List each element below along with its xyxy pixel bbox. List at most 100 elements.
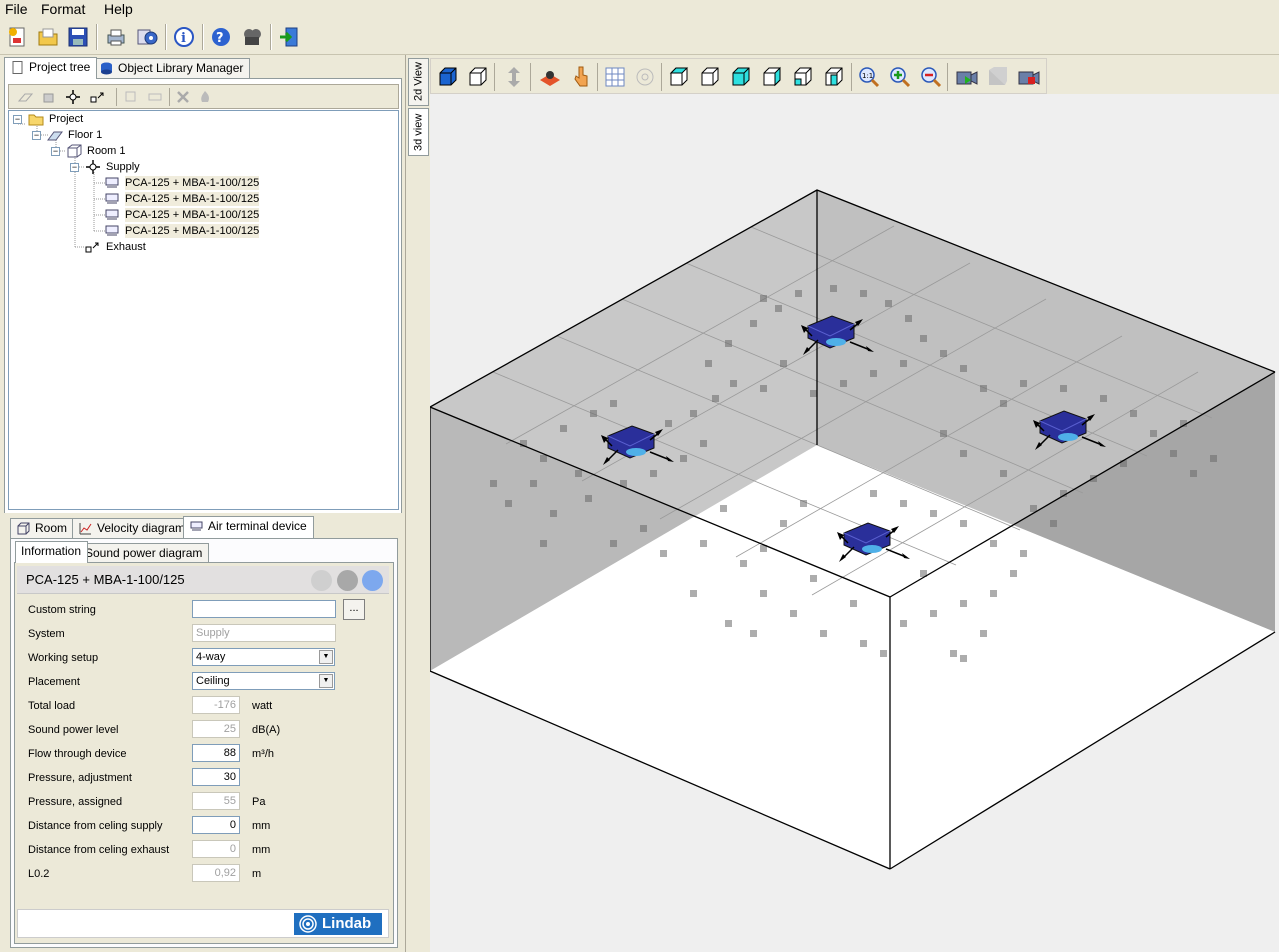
pressure-assigned-field: 55 (192, 792, 240, 810)
status-dot-2[interactable] (337, 570, 358, 591)
delete-icon[interactable] (175, 89, 191, 105)
custom-string-input[interactable] (192, 600, 336, 618)
camera-play-icon[interactable] (955, 66, 979, 88)
placement-label: Placement (28, 676, 80, 688)
view-tab-strip (408, 156, 429, 952)
tab-velocity-label: Velocity diagram (97, 521, 186, 535)
exhaust-tool-icon[interactable] (89, 89, 107, 105)
vertical-arrows-icon[interactable] (503, 65, 525, 89)
open-folder-icon[interactable] (34, 23, 62, 51)
expander-room[interactable]: − (51, 147, 60, 156)
supply-tool-icon[interactable] (65, 89, 81, 105)
tab-air-terminal-label: Air terminal device (208, 519, 307, 533)
flow-label: Flow through device (28, 748, 127, 760)
3d-viewport[interactable] (429, 94, 1279, 952)
working-setup-select[interactable]: 4-way ▼ (192, 648, 335, 666)
target-icon[interactable] (634, 66, 656, 88)
sound-power-field: 25 (192, 720, 240, 738)
document-icon (12, 61, 23, 74)
save-icon[interactable] (64, 23, 92, 51)
new-file-icon[interactable] (3, 23, 31, 51)
view-cube-back-icon[interactable] (761, 66, 783, 88)
tab-object-library[interactable]: Object Library Manager (93, 58, 251, 78)
expander-project[interactable]: − (13, 115, 22, 124)
tree-node-room[interactable]: Room 1 (87, 144, 126, 158)
pressure-adjustment-input[interactable]: 30 (192, 768, 240, 786)
chevron-down-icon[interactable]: ▼ (319, 674, 333, 688)
tab-information[interactable]: Information (15, 541, 89, 563)
zoom-out-icon[interactable] (920, 66, 942, 88)
tree-node-exhaust[interactable]: Exhaust (106, 240, 146, 254)
view-cube-side-icon[interactable] (699, 66, 721, 88)
grid-icon[interactable] (604, 66, 626, 88)
exit-icon[interactable] (275, 23, 303, 51)
tree-node-device[interactable]: PCA-125 + MBA-1-100/125 (125, 208, 260, 222)
info-icon[interactable]: i (170, 23, 198, 51)
tab-2d-view-label: 2d View (412, 62, 425, 102)
tree-node-floor[interactable]: Floor 1 (68, 128, 102, 142)
distance-supply-input[interactable]: 0 (192, 816, 240, 834)
chevron-down-icon[interactable]: ▼ (319, 650, 333, 664)
expander-supply[interactable]: − (70, 163, 79, 172)
tab-3d-view[interactable]: 3d view (408, 108, 429, 156)
tree-node-device[interactable]: PCA-125 + MBA-1-100/125 (125, 176, 260, 190)
wire-cube-icon[interactable] (467, 66, 489, 88)
copy-tool-icon[interactable] (123, 89, 139, 105)
device-title: PCA-125 + MBA-1-100/125 (26, 572, 185, 587)
fire-icon[interactable] (197, 89, 213, 105)
lindab-logo: Lindab (294, 913, 382, 935)
status-dot-3[interactable] (362, 570, 383, 591)
tree-node-device[interactable]: PCA-125 + MBA-1-100/125 (125, 192, 260, 206)
tree-node-device[interactable]: PCA-125 + MBA-1-100/125 (125, 224, 260, 238)
tab-room[interactable]: Room (10, 518, 75, 538)
help-icon[interactable]: ? (207, 23, 235, 51)
pressure-adjustment-label: Pressure, adjustment (28, 772, 132, 784)
tab-project-tree[interactable]: Project tree (4, 57, 98, 79)
print-icon[interactable] (102, 23, 130, 51)
expander-floor[interactable]: − (32, 131, 41, 140)
film-reel-icon[interactable] (238, 23, 266, 51)
tab-information-label: Information (21, 544, 82, 558)
floor-tool-icon[interactable] (17, 89, 33, 105)
menu-file[interactable]: File (5, 0, 28, 18)
placement-select[interactable]: Ceiling ▼ (192, 672, 335, 690)
device-icon (105, 225, 119, 236)
hand-pointer-icon[interactable] (570, 65, 592, 89)
browse-button[interactable]: ... (343, 599, 365, 620)
menu-format[interactable]: Format (41, 0, 85, 18)
tab-air-terminal-device[interactable]: Air terminal device (183, 516, 314, 538)
tab-velocity-diagram[interactable]: Velocity diagram (72, 518, 193, 538)
device-icon (105, 177, 119, 188)
system-label: System (28, 628, 65, 640)
tab-sound-power-diagram[interactable]: Sound power diagram (79, 543, 210, 563)
supply-icon (86, 160, 100, 174)
camera-disabled-icon[interactable] (986, 66, 1010, 88)
settings-icon[interactable] (133, 23, 161, 51)
vertical-splitter[interactable] (402, 55, 406, 952)
tree-node-project[interactable]: Project (49, 112, 83, 126)
camera-record-icon[interactable] (1017, 66, 1041, 88)
view-toolbar: 1:1 (430, 58, 1047, 94)
device-tool-icon[interactable] (147, 89, 163, 105)
svg-text:?: ? (216, 31, 224, 46)
tab-2d-view[interactable]: 2d View (408, 58, 429, 106)
menu-help[interactable]: Help (104, 0, 133, 18)
svg-text:i: i (181, 31, 186, 46)
solid-cube-icon[interactable] (437, 66, 459, 88)
tree-node-supply[interactable]: Supply (106, 160, 140, 174)
device-diffuser-icon[interactable] (538, 66, 562, 88)
room-tool-icon[interactable] (41, 89, 57, 105)
view-cube-right-icon[interactable] (823, 66, 845, 88)
chart-icon (79, 523, 92, 535)
tab-3d-view-label: 3d view (412, 113, 425, 151)
flow-input[interactable]: 88 (192, 744, 240, 762)
device-icon (105, 193, 119, 204)
zoom-in-icon[interactable] (889, 66, 911, 88)
room-icon (67, 144, 82, 158)
zoom-fit-icon[interactable]: 1:1 (858, 66, 880, 88)
view-cube-top-icon[interactable] (730, 66, 752, 88)
view-cube-front-icon[interactable] (668, 66, 690, 88)
status-dot-1[interactable] (311, 570, 332, 591)
database-icon (101, 62, 112, 75)
view-cube-left-icon[interactable] (792, 66, 814, 88)
